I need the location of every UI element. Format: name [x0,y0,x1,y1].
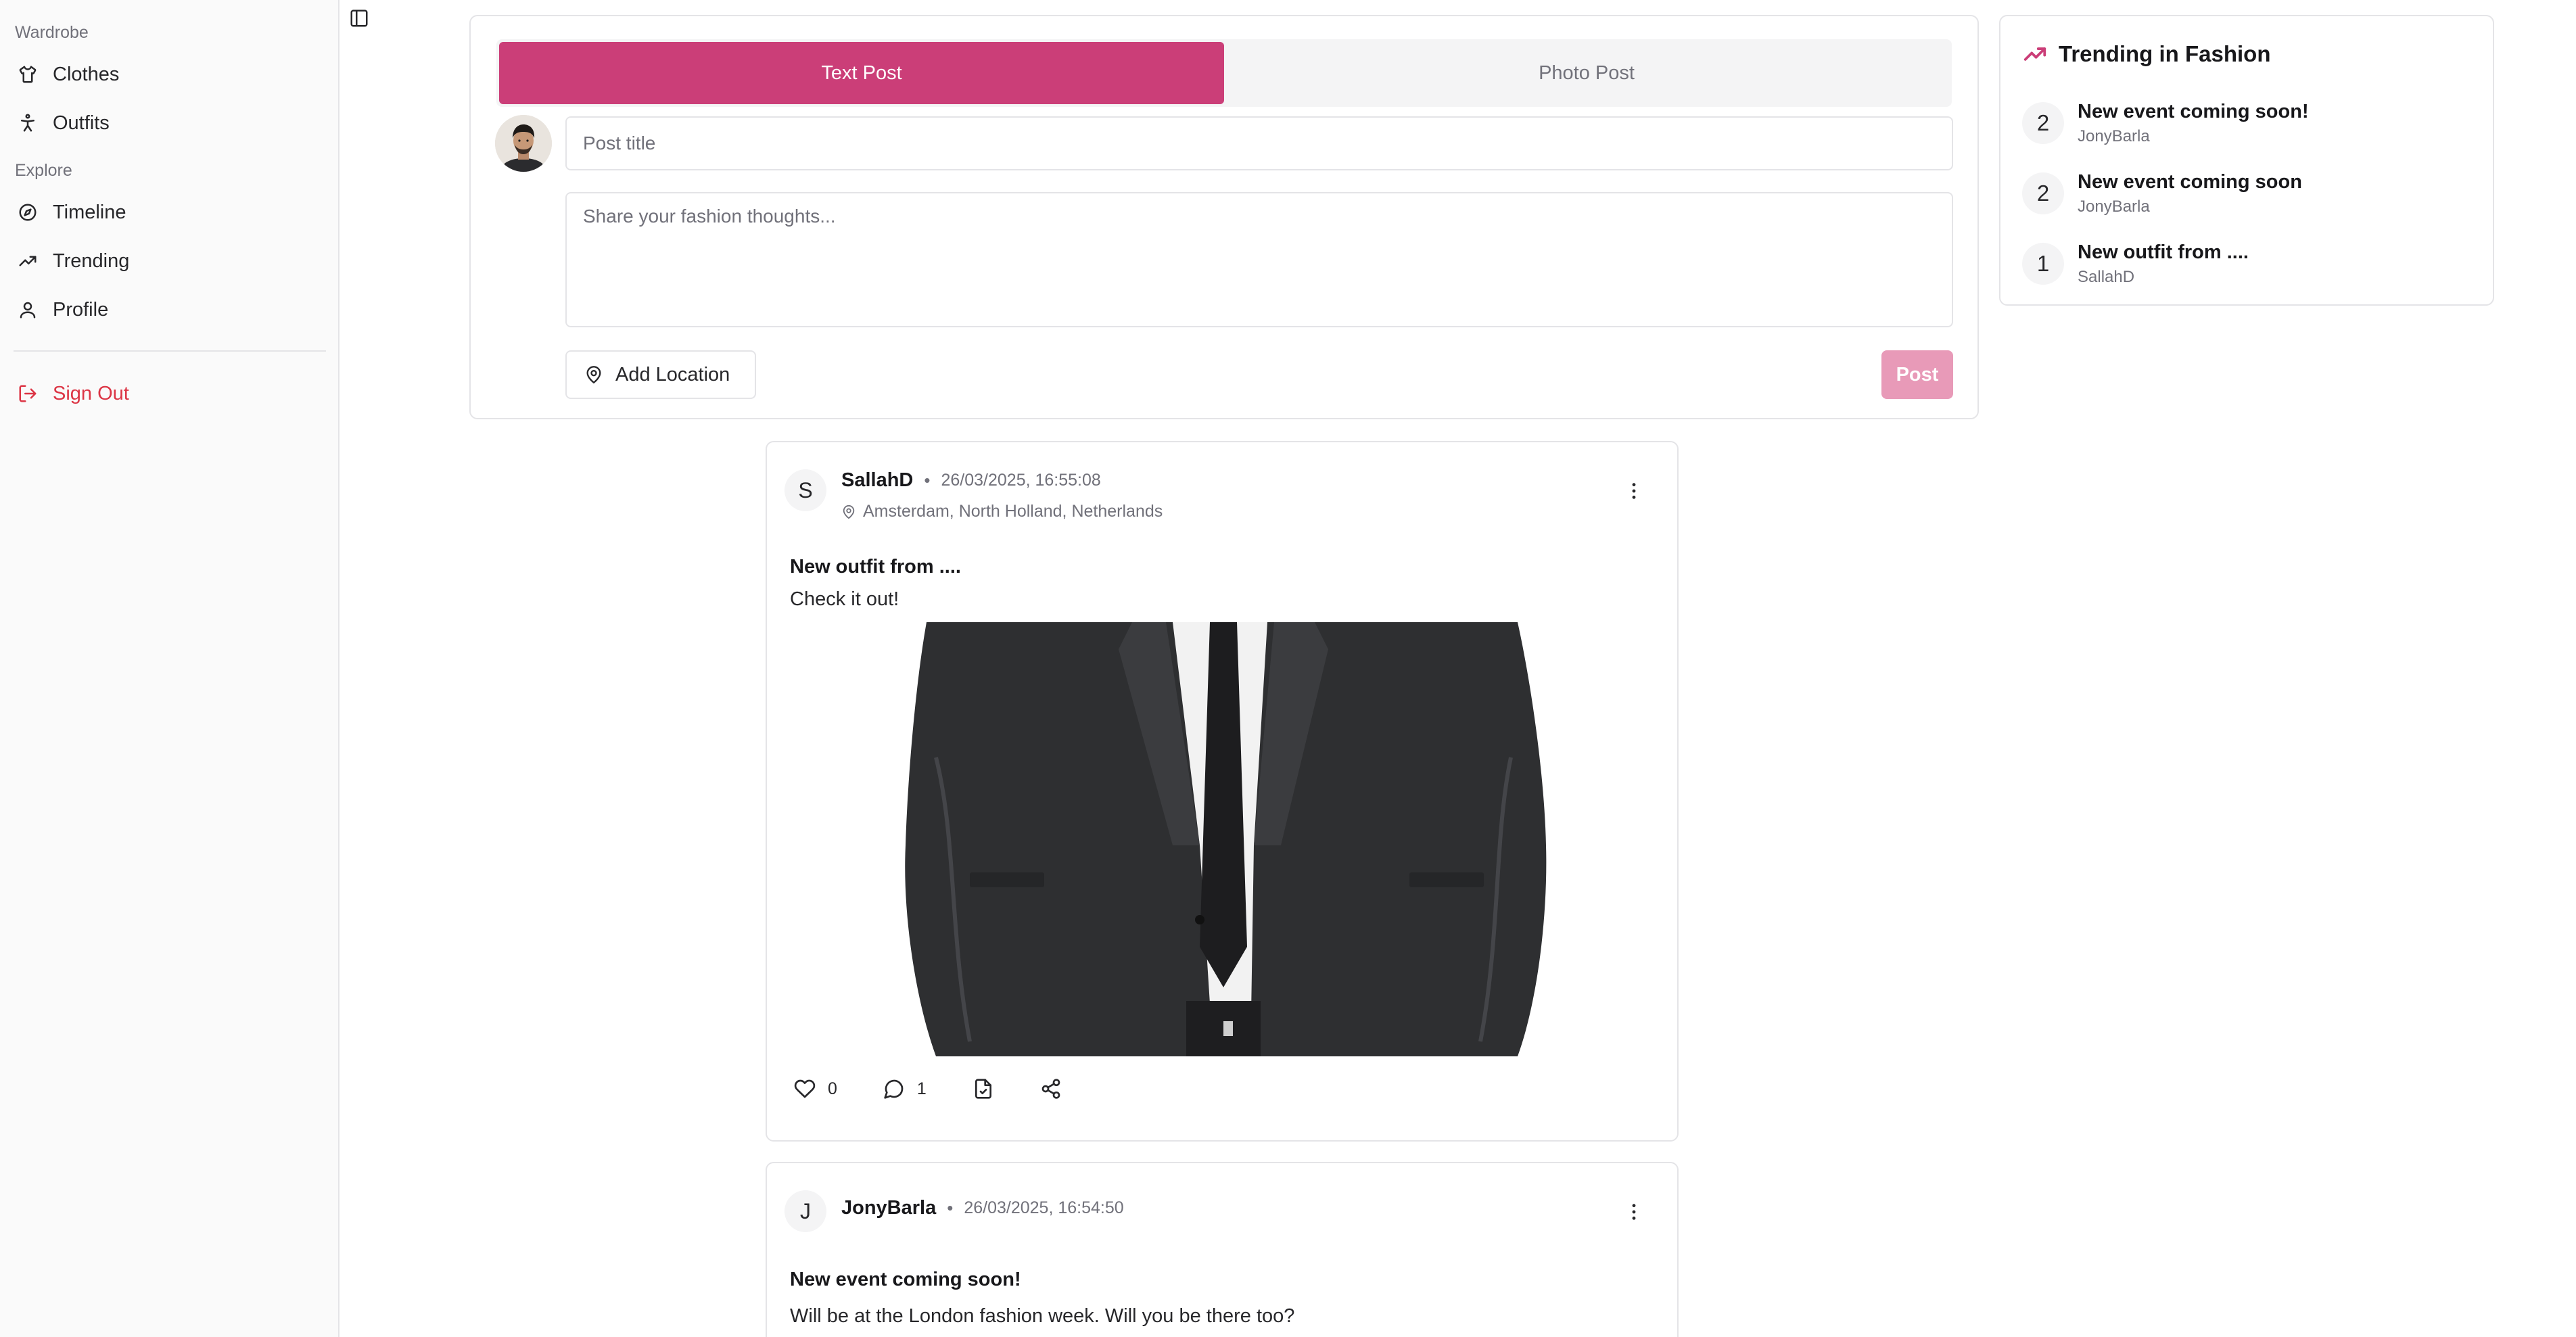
more-options-icon[interactable] [1623,480,1645,502]
map-pin-icon [843,505,855,519]
post-header: S SallahD • 26/03/2025, 16:55:08 Amsterd… [784,463,1660,523]
post-card: S SallahD • 26/03/2025, 16:55:08 Amsterd… [766,441,1679,1142]
tab-photo-post[interactable]: Photo Post [1224,42,1949,104]
compass-icon [19,204,37,221]
like-button[interactable]: 0 [794,1078,837,1100]
trending-item-title: New event coming soon! [2078,100,2309,122]
like-count: 0 [828,1079,837,1098]
avatar[interactable]: S [784,469,826,511]
trending-panel: Trending in Fashion 2 New event coming s… [1999,15,2494,306]
post-image[interactable] [767,622,1677,1056]
post-actions: 0 1 [794,1078,1062,1100]
section-label-wardrobe: Wardrobe [15,23,89,42]
post-location: Amsterdam, North Holland, Netherlands [841,502,1163,521]
sidebar-toggle-button[interactable] [349,8,369,28]
trending-list: 2 New event coming soon! JonyBarla 2 New… [2022,88,2471,299]
user-icon [20,302,36,319]
trending-header: Trending in Fashion [2022,39,2471,69]
file-icon [975,1079,991,1099]
post-button[interactable]: Post [1881,350,1953,399]
post-title-input[interactable]: Post title [565,116,1953,170]
trending-icon [2023,47,2046,61]
post-timestamp: 26/03/2025, 16:55:08 [941,471,1101,490]
sidebar-divider [14,350,326,352]
trending-icon [19,256,37,266]
sign-out-button[interactable]: Sign Out [14,369,325,418]
more-options-icon[interactable] [1623,1201,1645,1223]
post-body: Check it out! [790,588,899,610]
sidebar-item-label: Timeline [53,201,126,223]
post-author[interactable]: JonyBarla [841,1197,936,1219]
post-timestamp: 26/03/2025, 16:54:50 [964,1198,1124,1217]
sign-out-label: Sign Out [53,382,129,404]
trending-rank: 1 [2022,243,2064,285]
trending-title: Trending in Fashion [2059,41,2271,66]
meta-separator: • [947,1198,954,1218]
post-header: J JonyBarla • 26/03/2025, 16:54:50 [784,1183,1660,1244]
save-button[interactable] [973,1078,994,1100]
trending-item-title: New outfit from .... [2078,241,2249,263]
comment-button[interactable]: 1 [883,1078,927,1100]
add-location-label: Add Location [615,363,730,385]
sidebar-item-profile[interactable]: Profile [14,285,325,334]
trending-item-author: SallahD [2078,267,2135,286]
sidebar: Wardrobe Clothes Outfits Explore Timelin… [0,0,339,1337]
sidebar-item-label: Outfits [53,112,110,134]
trending-item-author: JonyBarla [2078,197,2150,216]
post-body: Will be at the London fashion week. Will… [790,1305,1295,1327]
post-title: New event coming soon! [790,1269,1021,1290]
sidebar-item-clothes[interactable]: Clothes [14,50,325,99]
post-type-tabs: Text Post Photo Post [496,39,1952,107]
sidebar-item-trending[interactable]: Trending [14,237,325,285]
post-location-text: Amsterdam, North Holland, Netherlands [863,502,1163,521]
trending-item[interactable]: 1 New outfit from .... SallahD [2022,229,2471,299]
heart-icon [794,1079,816,1098]
shirt-icon [19,66,37,83]
avatar [495,115,552,172]
share-icon [1041,1079,1060,1099]
tab-text-post[interactable]: Text Post [499,42,1224,104]
log-out-icon [19,385,37,402]
trending-item-author: JonyBarla [2078,126,2150,145]
post-composer: Text Post Photo Post Post title Share yo… [469,15,1979,419]
trending-item[interactable]: 2 New event coming soon JonyBarla [2022,158,2471,229]
sidebar-item-label: Clothes [53,63,120,85]
post-card: J JonyBarla • 26/03/2025, 16:54:50 New e… [766,1162,1679,1337]
section-label-explore: Explore [15,161,72,180]
sidebar-item-outfits[interactable]: Outfits [14,99,325,147]
person-icon [21,114,34,132]
comment-icon [884,1079,904,1099]
comment-count: 1 [916,1079,927,1098]
map-pin-icon [586,366,601,384]
avatar[interactable]: J [784,1190,826,1232]
trending-rank: 2 [2022,102,2064,144]
share-button[interactable] [1040,1078,1062,1100]
trending-item[interactable]: 2 New event coming soon! JonyBarla [2022,88,2471,158]
post-author[interactable]: SallahD [841,469,913,492]
post-title: New outfit from .... [790,556,961,578]
meta-separator: • [924,470,931,490]
post-body-textarea[interactable]: Share your fashion thoughts... [565,192,1953,327]
trending-rank: 2 [2022,172,2064,214]
sidebar-item-label: Profile [53,298,109,321]
sidebar-item-label: Trending [53,250,130,272]
trending-item-title: New event coming soon [2078,170,2302,193]
panel-left-icon [350,9,368,27]
sidebar-item-timeline[interactable]: Timeline [14,188,325,237]
add-location-button[interactable]: Add Location [565,350,756,399]
